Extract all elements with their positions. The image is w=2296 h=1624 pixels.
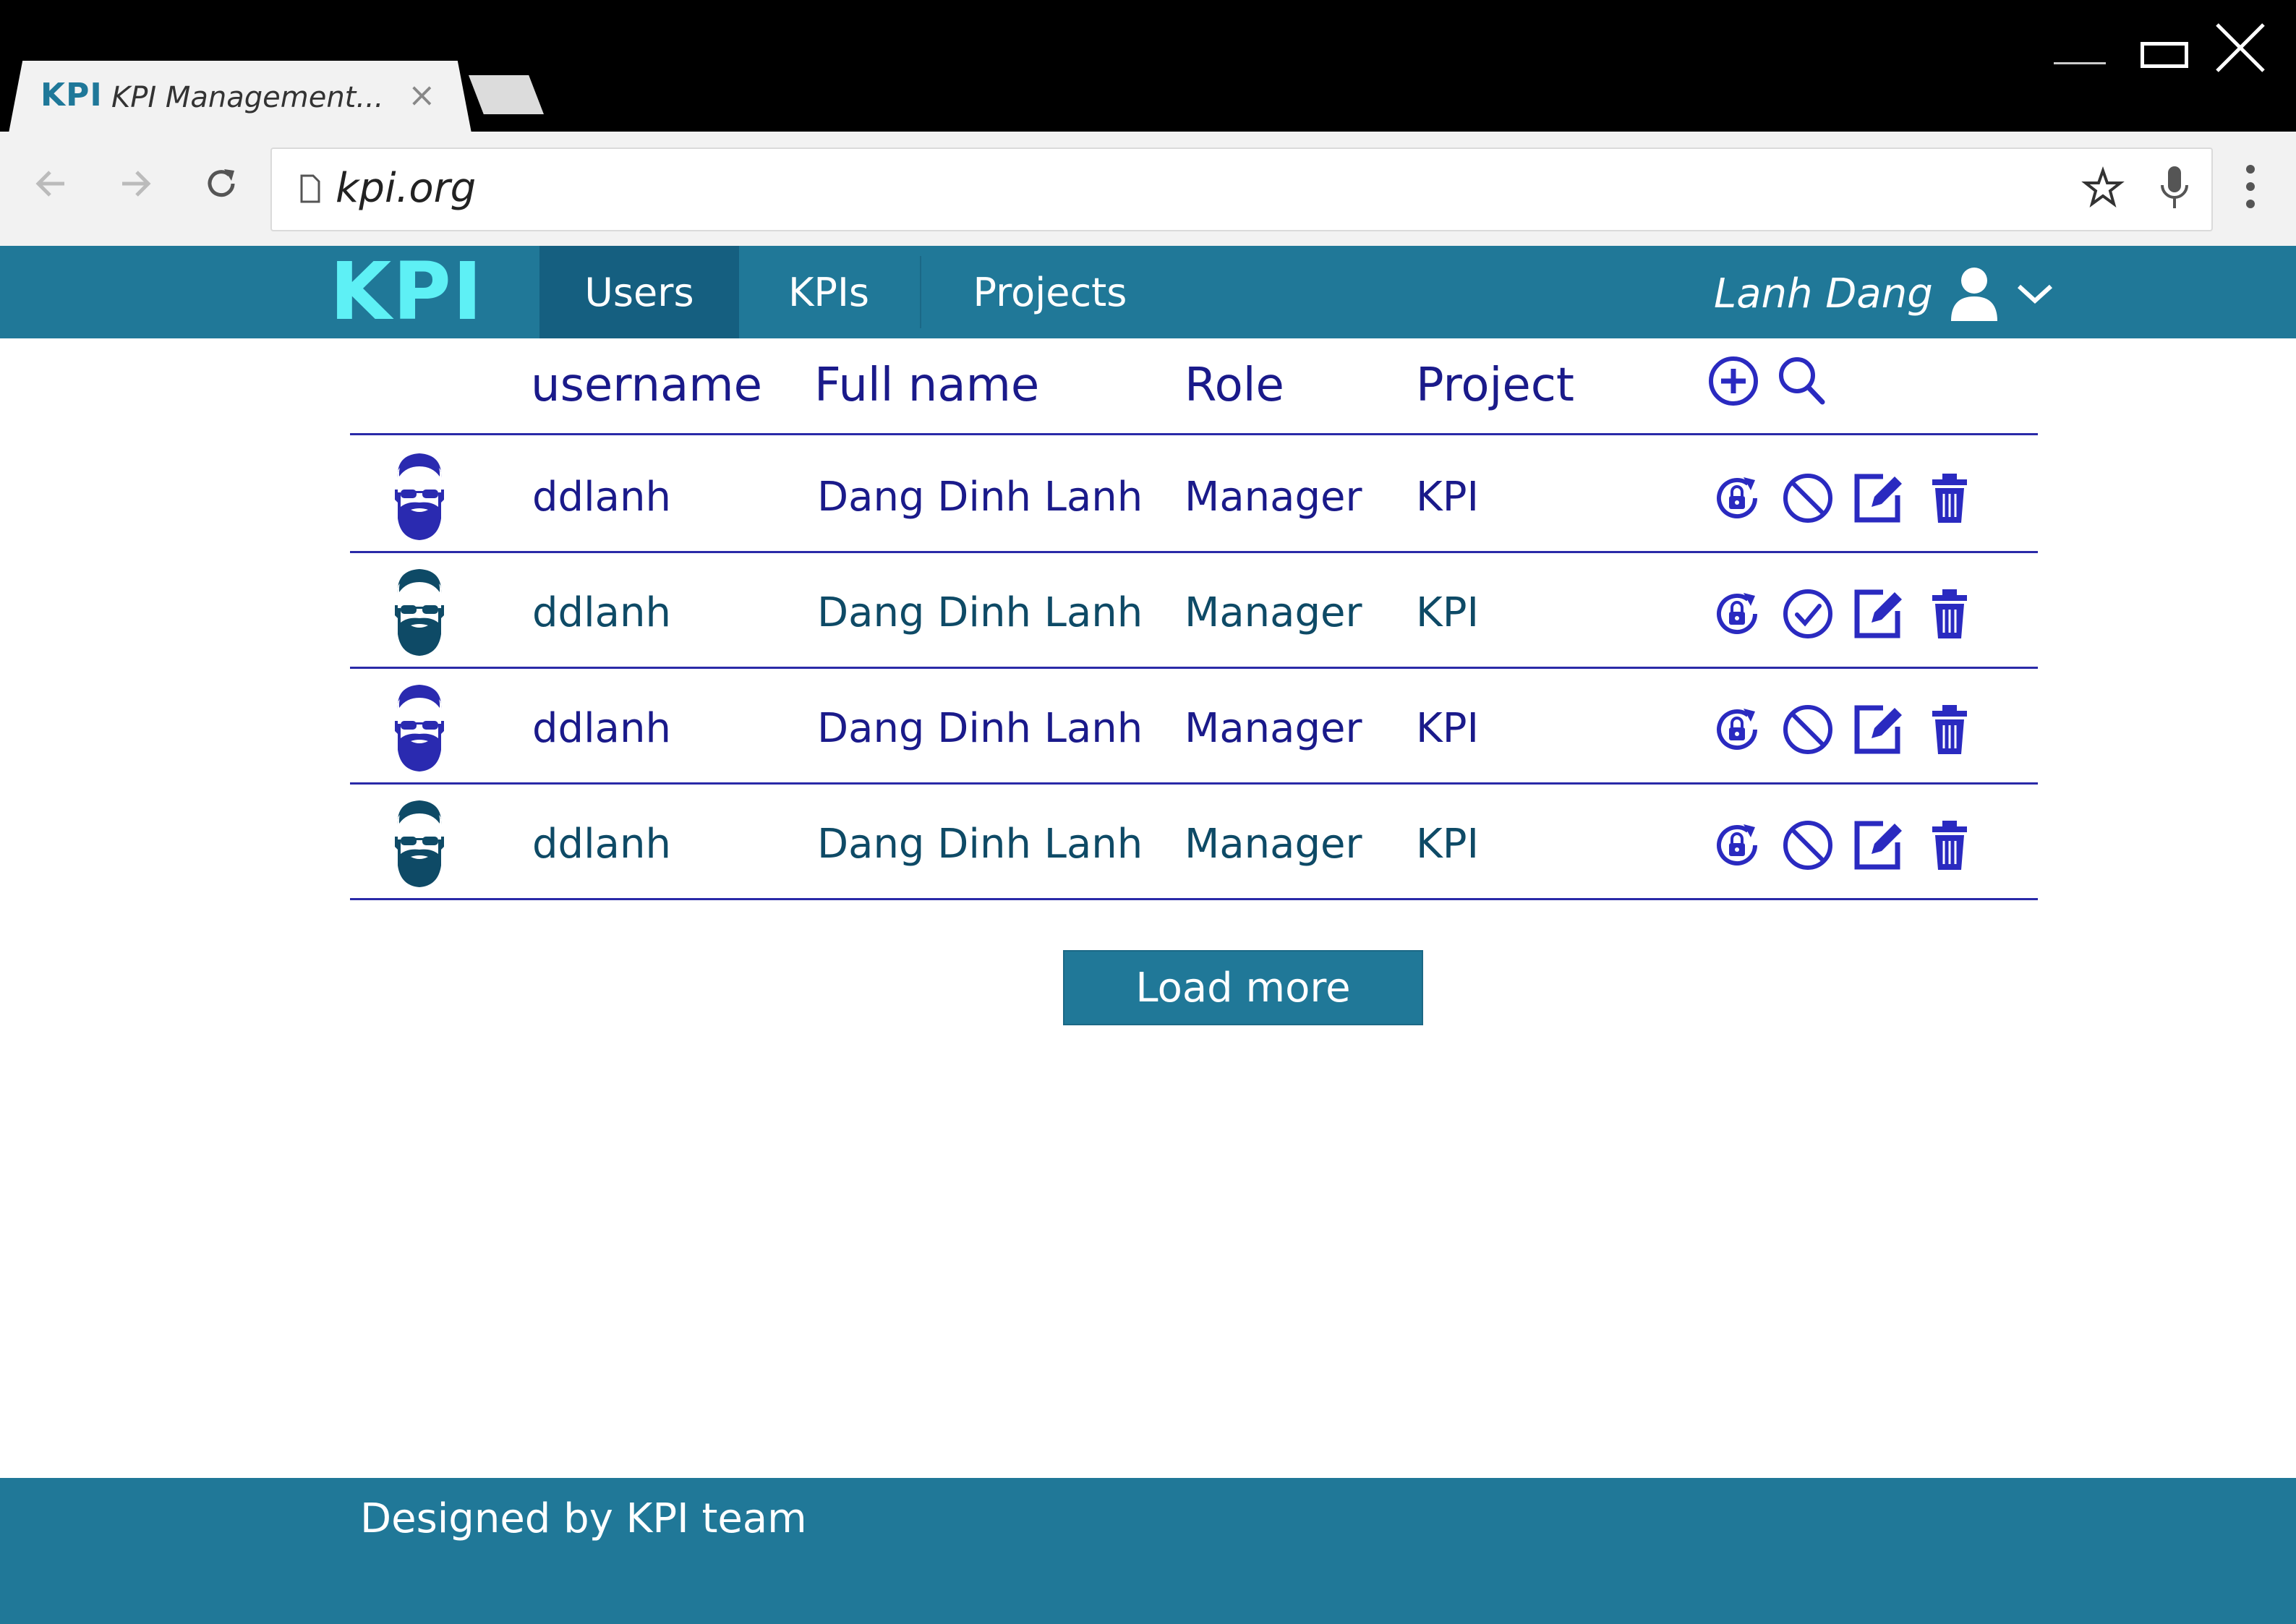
- avatar: [391, 796, 448, 889]
- reset-password-lock-icon[interactable]: [1707, 816, 1767, 874]
- activate-check-icon[interactable]: [1778, 585, 1838, 643]
- maximize-icon[interactable]: [2141, 42, 2188, 68]
- table-row: ddlanh Dang Dinh Lanh Manager KPI: [350, 785, 2038, 900]
- cell-username: ddlanh: [532, 821, 671, 868]
- reload-icon[interactable]: [200, 162, 243, 205]
- chevron-down-icon[interactable]: [2015, 281, 2055, 307]
- cell-project: KPI: [1416, 705, 1480, 752]
- minimize-icon[interactable]: [2054, 62, 2106, 64]
- back-icon[interactable]: [29, 162, 72, 205]
- table-header: username Full name Role Project: [350, 338, 2038, 435]
- cell-role: Manager: [1185, 821, 1362, 868]
- block-user-icon[interactable]: [1778, 816, 1838, 874]
- app-logo[interactable]: KPI: [330, 252, 484, 331]
- block-user-icon[interactable]: [1778, 701, 1838, 758]
- trash-icon[interactable]: [1919, 585, 1980, 643]
- avatar: [391, 449, 448, 542]
- user-icon[interactable]: [1947, 265, 2002, 322]
- edit-icon[interactable]: [1848, 701, 1909, 758]
- edit-icon[interactable]: [1848, 816, 1909, 874]
- footer: Designed by KPI team: [0, 1478, 2296, 1624]
- browser-titlebar: KPI KPI Management... ×: [0, 0, 2296, 133]
- edit-icon[interactable]: [1848, 585, 1909, 643]
- cell-full-name: Dang Dinh Lanh: [817, 705, 1143, 752]
- cell-role: Manager: [1185, 474, 1362, 521]
- forward-icon[interactable]: [114, 162, 158, 205]
- tab-favicon: KPI: [40, 77, 103, 114]
- trash-icon[interactable]: [1919, 816, 1980, 874]
- cell-username: ddlanh: [532, 474, 671, 521]
- column-header-username[interactable]: username: [531, 359, 762, 412]
- nav-projects[interactable]: Projects: [921, 246, 1179, 338]
- column-header-role[interactable]: Role: [1185, 359, 1284, 412]
- cell-username: ddlanh: [532, 589, 671, 636]
- trash-icon[interactable]: [1919, 469, 1980, 527]
- column-header-full-name[interactable]: Full name: [814, 359, 1039, 412]
- cell-project: KPI: [1416, 821, 1480, 868]
- reset-password-lock-icon[interactable]: [1707, 585, 1767, 643]
- reset-password-lock-icon[interactable]: [1707, 701, 1767, 758]
- nav-kpis[interactable]: KPIs: [739, 246, 918, 338]
- browser-toolbar: kpi.org: [0, 132, 2296, 246]
- nav-users[interactable]: Users: [539, 246, 739, 338]
- star-icon[interactable]: [2081, 166, 2125, 210]
- cell-role: Manager: [1185, 705, 1362, 752]
- address-bar[interactable]: kpi.org: [270, 148, 2213, 231]
- load-more-button[interactable]: Load more: [1063, 950, 1423, 1025]
- block-user-icon[interactable]: [1778, 469, 1838, 527]
- footer-text: Designed by KPI team: [360, 1495, 807, 1542]
- app-navbar: KPI Users KPIs Projects Lanh Dang: [0, 246, 2296, 338]
- cell-full-name: Dang Dinh Lanh: [817, 474, 1143, 521]
- user-name[interactable]: Lanh Dang: [1714, 270, 1933, 317]
- cell-full-name: Dang Dinh Lanh: [817, 821, 1143, 868]
- cell-role: Manager: [1185, 589, 1362, 636]
- close-icon[interactable]: [2213, 20, 2268, 75]
- cell-full-name: Dang Dinh Lanh: [817, 589, 1143, 636]
- column-header-project[interactable]: Project: [1416, 359, 1574, 412]
- cell-project: KPI: [1416, 589, 1480, 636]
- url-text[interactable]: kpi.org: [336, 165, 476, 212]
- tab-title: KPI Management...: [111, 81, 384, 114]
- cell-project: KPI: [1416, 474, 1480, 521]
- tab-close-icon[interactable]: ×: [408, 75, 436, 114]
- mic-icon[interactable]: [2156, 163, 2193, 214]
- browser-tab[interactable]: KPI KPI Management... ×: [9, 61, 471, 133]
- table-row: ddlanh Dang Dinh Lanh Manager KPI: [350, 437, 2038, 553]
- avatar: [391, 565, 448, 657]
- avatar: [391, 680, 448, 773]
- new-tab-button[interactable]: [469, 75, 544, 114]
- page-icon: [300, 174, 320, 203]
- reset-password-lock-icon[interactable]: [1707, 469, 1767, 527]
- cell-username: ddlanh: [532, 705, 671, 752]
- edit-icon[interactable]: [1848, 469, 1909, 527]
- search-icon[interactable]: [1775, 354, 1828, 408]
- table-row: ddlanh Dang Dinh Lanh Manager KPI: [350, 553, 2038, 669]
- trash-icon[interactable]: [1919, 701, 1980, 758]
- table-row: ddlanh Dang Dinh Lanh Manager KPI: [350, 669, 2038, 785]
- add-circle-icon[interactable]: [1707, 354, 1760, 408]
- menu-dots-icon[interactable]: [2245, 163, 2256, 210]
